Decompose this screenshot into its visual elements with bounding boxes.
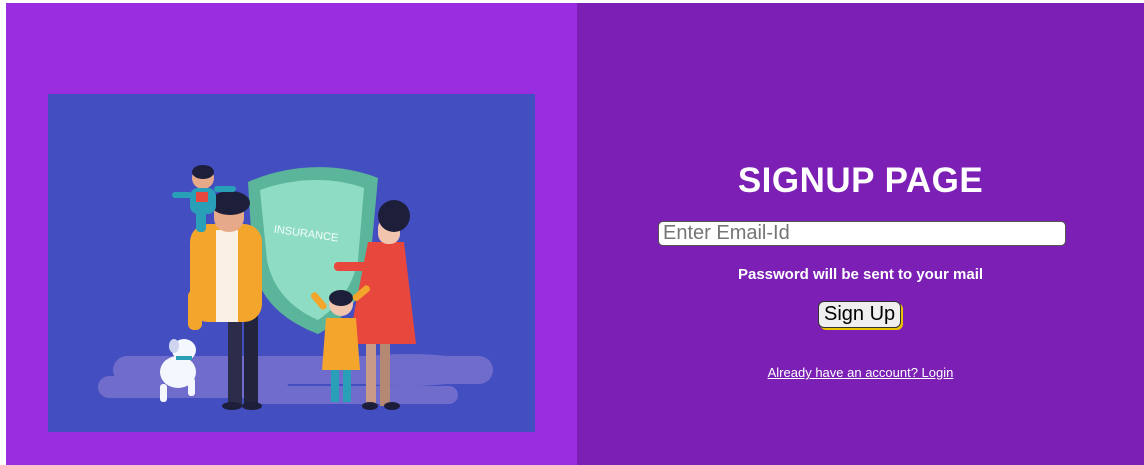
login-link[interactable]: Already have an account? Login — [768, 365, 954, 380]
password-hint: Password will be sent to your mail — [737, 266, 984, 283]
illustration-graphic: INSURANCE — [98, 165, 493, 410]
email-input[interactable] — [658, 221, 1066, 246]
page-title: SIGNUP PAGE — [737, 161, 984, 200]
signup-panel: SIGNUP PAGE Password will be sent to you… — [577, 3, 1144, 465]
login-link-container: Already have an account? Login — [577, 365, 1144, 380]
signup-button[interactable]: Sign Up — [818, 301, 902, 328]
ground-shape — [98, 354, 493, 404]
left-panel: INSURANCE — [6, 3, 577, 465]
family-insurance-illustration: INSURANCE — [48, 94, 535, 432]
